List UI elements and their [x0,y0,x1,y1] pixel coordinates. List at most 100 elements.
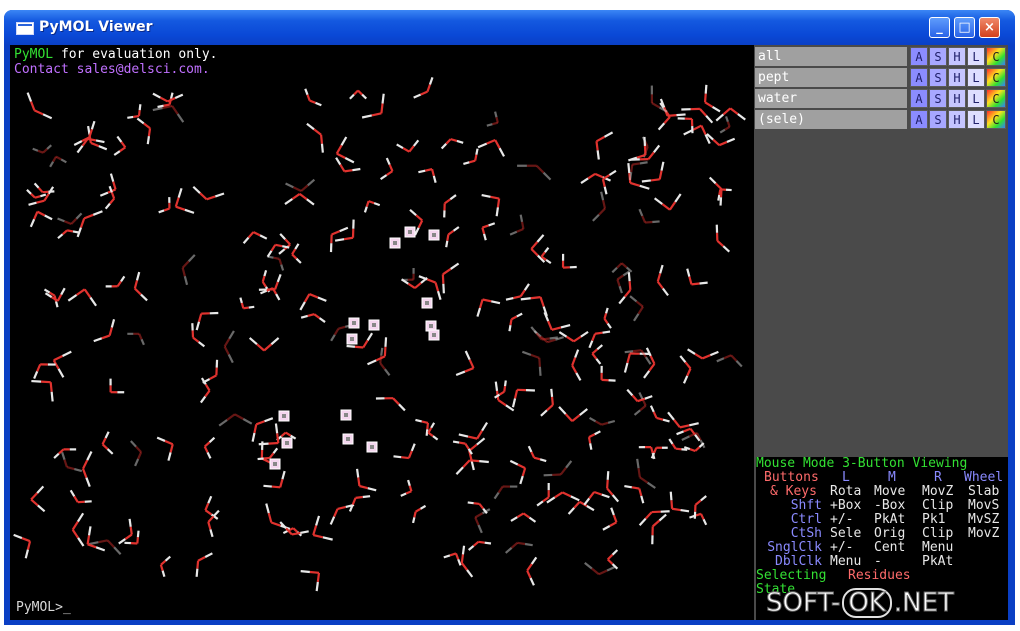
hydrogen-bond [136,117,145,125]
action-button[interactable]: A [910,89,928,108]
action-button[interactable]: A [910,110,928,129]
hydrogen-bond [280,264,285,271]
object-name[interactable]: water [755,89,907,108]
action-button[interactable]: A [910,68,928,87]
hydrogen-bond [484,541,492,545]
hydrogen-bond [542,306,548,317]
hydrogen-bond [575,372,582,381]
hydrogen-bond [601,493,610,499]
hydrogen-bond [355,468,360,478]
hydrogen-bond [407,479,411,486]
binding-action: Move [874,484,906,499]
oxygen-bond [497,485,504,494]
hydrogen-bond [667,411,675,421]
oxygen-bond [106,539,115,549]
oxygen-bond [474,512,484,519]
close-button[interactable]: × [979,17,1000,38]
color-button[interactable]: C [986,47,1006,66]
show-button[interactable]: S [929,47,947,66]
command-prompt[interactable]: PyMOL>_ [16,600,71,615]
hide-button[interactable]: H [948,68,966,87]
color-button[interactable]: C [986,68,1006,87]
object-row[interactable]: water A S H L C [754,89,1008,108]
hydrogen-bond [24,549,29,559]
object-row[interactable]: pept A S H L C [754,68,1008,87]
hydrogen-bond [198,341,206,348]
hydrogen-bond [519,214,524,223]
binding-action: MovZ [968,526,1000,541]
color-button[interactable]: C [986,110,1006,129]
hydrogen-bond [719,128,726,134]
hydrogen-bond [176,113,185,123]
label-button[interactable]: L [967,47,985,66]
oxygen-bond [550,396,554,406]
hide-button[interactable]: H [948,47,966,66]
selecting-value[interactable]: Residues [848,569,911,583]
hydrogen-bond [539,458,547,463]
hydrogen-bond [715,113,725,122]
hydrogen-bond [384,368,391,376]
oxygen-bond [223,338,231,348]
object-name[interactable]: all [755,47,907,66]
hydrogen-bond [544,247,550,253]
hydrogen-bond [523,283,530,291]
hide-button[interactable]: H [948,110,966,129]
binding-action: Clip [922,498,954,513]
label-button[interactable]: L [967,68,985,87]
oxygen-bond [204,441,211,448]
oxygen-bond [351,497,357,506]
oxygen-bond [688,276,693,285]
molecule-viewport[interactable]: PyMOL for evaluation only. Contact sales… [10,45,754,620]
oxygen-bond [204,502,210,511]
molecule-canvas[interactable] [10,45,754,620]
wheel-label: Wheel [964,470,1004,485]
hydrogen-bond [276,273,282,283]
show-button[interactable]: S [929,89,947,108]
binding-action: Pk1 [922,512,946,527]
object-row[interactable]: all A S H L C [754,47,1008,66]
action-button[interactable]: A [910,47,928,66]
oxygen-bond [652,411,658,419]
button-r-label: R [934,470,942,485]
object-name[interactable]: (sele) [755,110,907,129]
hydrogen-bond [686,268,691,277]
binding-key: CtSh [790,526,822,541]
oxygen-bond [616,274,624,281]
hydrogen-bond [62,350,72,357]
object-row[interactable]: (sele) A S H L C [754,110,1008,129]
oxygen-bond [82,459,89,470]
color-button[interactable]: C [986,89,1006,108]
oxygen-bond [263,343,273,352]
oxygen-bond [306,94,311,101]
minimize-button[interactable]: _ [929,17,950,38]
title-bar[interactable]: PyMOL Viewer _ □ × [4,10,1015,46]
show-button[interactable]: S [929,110,947,129]
oxygen-bond [656,416,664,421]
label-button[interactable]: L [967,89,985,108]
oxygen-bond [478,540,485,544]
oxygen-bond [546,404,554,412]
hydrogen-bond [242,418,253,425]
oxygen-bond [723,354,732,360]
hide-button[interactable]: H [948,89,966,108]
hydrogen-bond [265,503,270,514]
hydrogen-bond [639,184,650,190]
selection-marker-center [393,241,397,245]
label-button[interactable]: L [967,110,985,129]
hydrogen-bond [662,287,669,297]
object-name[interactable]: pept [755,68,907,87]
hydrogen-bond [623,362,629,373]
hydrogen-bond [589,443,593,450]
maximize-button[interactable]: □ [954,17,975,38]
hydrogen-bond [207,495,213,504]
oxygen-bond [476,430,484,440]
hydrogen-bond [481,422,489,432]
oxygen-bond [546,338,556,344]
oxygen-bond [181,260,190,269]
oxygen-bond [63,459,68,468]
show-button[interactable]: S [929,68,947,87]
oxygen-bond [291,193,301,200]
oxygen-bond [441,274,445,284]
hydrogen-bond [611,494,620,503]
hydrogen-bond [306,122,315,131]
